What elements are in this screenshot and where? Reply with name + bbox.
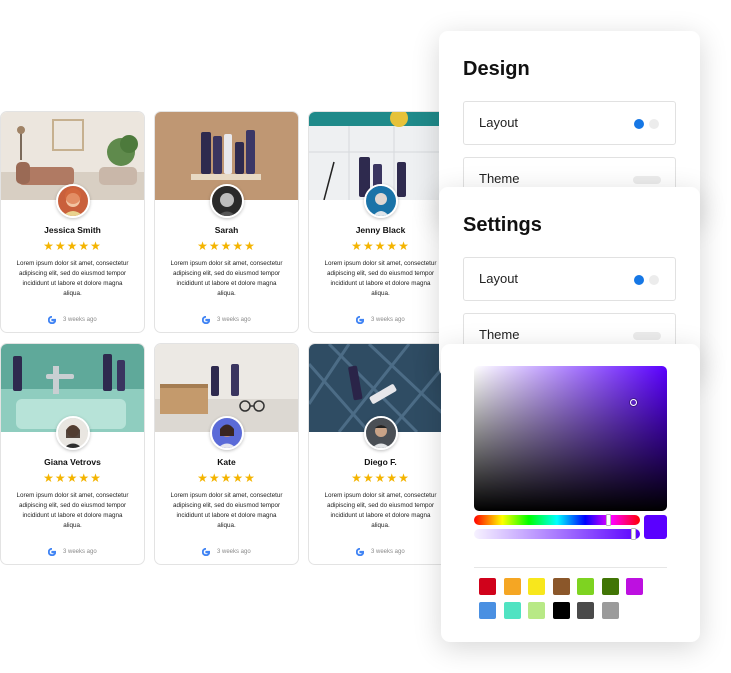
review-time: 3 weeks ago (62, 317, 97, 323)
review-time: 3 weeks ago (370, 549, 405, 555)
rating-stars: ★★★★★ (43, 471, 102, 485)
settings-layout-option[interactable]: Layout (463, 257, 676, 301)
rating-stars: ★★★★★ (197, 471, 256, 485)
reviewer-name: Kate (217, 457, 236, 467)
review-text: Lorem ipsum dolor sit amet, consectetur … (324, 492, 437, 529)
review-text: Lorem ipsum dolor sit amet, consectetur … (170, 492, 283, 529)
color-swatch[interactable] (479, 602, 496, 619)
reviewer-avatar (210, 184, 244, 218)
google-icon (202, 316, 211, 324)
review-time: 3 weeks ago (216, 317, 251, 323)
layout-label: Layout (479, 271, 519, 286)
review-card[interactable]: Kate ★★★★★ Lorem ipsum dolor sit amet, c… (154, 343, 299, 565)
reviewer-avatar (364, 184, 398, 218)
review-time: 3 weeks ago (216, 549, 251, 555)
google-icon (202, 548, 211, 556)
theme-label: Theme (479, 327, 520, 342)
color-swatch[interactable] (503, 578, 521, 595)
google-icon (356, 316, 365, 324)
theme-label: Theme (479, 171, 520, 186)
reviewer-name: Giana Vetrovs (44, 457, 101, 467)
reviewer-avatar (210, 416, 244, 450)
color-swatch[interactable] (577, 602, 594, 619)
color-swatch[interactable] (479, 578, 496, 595)
layout-label: Layout (479, 115, 519, 130)
google-icon (356, 548, 365, 556)
color-swatch[interactable] (503, 602, 521, 619)
review-text: Lorem ipsum dolor sit amet, consectetur … (16, 260, 129, 297)
rating-stars: ★★★★★ (197, 239, 256, 253)
color-swatch[interactable] (601, 578, 619, 595)
layout-toggle-on[interactable] (634, 275, 644, 285)
color-swatch[interactable] (552, 578, 570, 595)
current-color-swatch (644, 515, 667, 539)
layout-toggle-on[interactable] (634, 119, 644, 129)
hue-slider-thumb[interactable] (606, 514, 611, 526)
review-meta: 3 weeks ago (1, 548, 144, 556)
reviewer-name: Sarah (214, 225, 239, 235)
review-meta: 3 weeks ago (155, 316, 298, 324)
rating-stars: ★★★★★ (351, 239, 410, 253)
theme-toggle[interactable] (633, 176, 661, 184)
rating-stars: ★★★★★ (351, 471, 410, 485)
alpha-slider[interactable] (474, 528, 640, 540)
review-meta: 3 weeks ago (1, 316, 144, 324)
review-text: Lorem ipsum dolor sit amet, consectetur … (16, 492, 129, 529)
reviewer-avatar (56, 416, 90, 450)
review-text: Lorem ipsum dolor sit amet, consectetur … (170, 260, 283, 297)
review-card[interactable]: Diego F. ★★★★★ Lorem ipsum dolor sit ame… (308, 343, 453, 565)
review-card[interactable]: Sarah ★★★★★ Lorem ipsum dolor sit amet, … (154, 111, 299, 333)
hue-slider[interactable] (474, 514, 640, 526)
divider (474, 567, 667, 568)
reviewer-avatar (364, 416, 398, 450)
review-card[interactable]: Jenny Black ★★★★★ Lorem ipsum dolor sit … (308, 111, 453, 333)
review-card[interactable]: Giana Vetrovs ★★★★★ Lorem ipsum dolor si… (0, 343, 145, 565)
review-card[interactable]: Jessica Smith ★★★★★ Lorem ipsum dolor si… (0, 111, 145, 333)
reviewer-name: Jessica Smith (44, 225, 101, 235)
google-icon (48, 316, 57, 324)
saturation-handle[interactable] (630, 399, 637, 406)
design-panel-title: Design (463, 58, 530, 80)
review-time: 3 weeks ago (370, 317, 405, 323)
review-meta: 3 weeks ago (309, 316, 452, 324)
saturation-area[interactable] (474, 366, 667, 511)
review-time: 3 weeks ago (62, 549, 97, 555)
color-swatch[interactable] (528, 602, 545, 619)
color-picker-panel (441, 344, 700, 642)
reviewer-name: Diego F. (364, 457, 397, 467)
color-swatch[interactable] (601, 602, 619, 619)
alpha-slider-thumb[interactable] (631, 528, 636, 540)
review-meta: 3 weeks ago (309, 548, 452, 556)
settings-panel-title: Settings (463, 214, 542, 236)
color-swatch[interactable] (552, 602, 570, 619)
color-swatch[interactable] (626, 578, 643, 595)
review-text: Lorem ipsum dolor sit amet, consectetur … (324, 260, 437, 297)
layout-toggle-off[interactable] (649, 275, 659, 285)
design-layout-option[interactable]: Layout (463, 101, 676, 145)
color-swatch[interactable] (577, 578, 594, 595)
theme-toggle[interactable] (633, 332, 661, 340)
reviewer-name: Jenny Black (355, 225, 406, 235)
color-swatch[interactable] (528, 578, 545, 595)
rating-stars: ★★★★★ (43, 239, 102, 253)
review-meta: 3 weeks ago (155, 548, 298, 556)
layout-toggle-off[interactable] (649, 119, 659, 129)
google-icon (48, 548, 57, 556)
reviewer-avatar (56, 184, 90, 218)
